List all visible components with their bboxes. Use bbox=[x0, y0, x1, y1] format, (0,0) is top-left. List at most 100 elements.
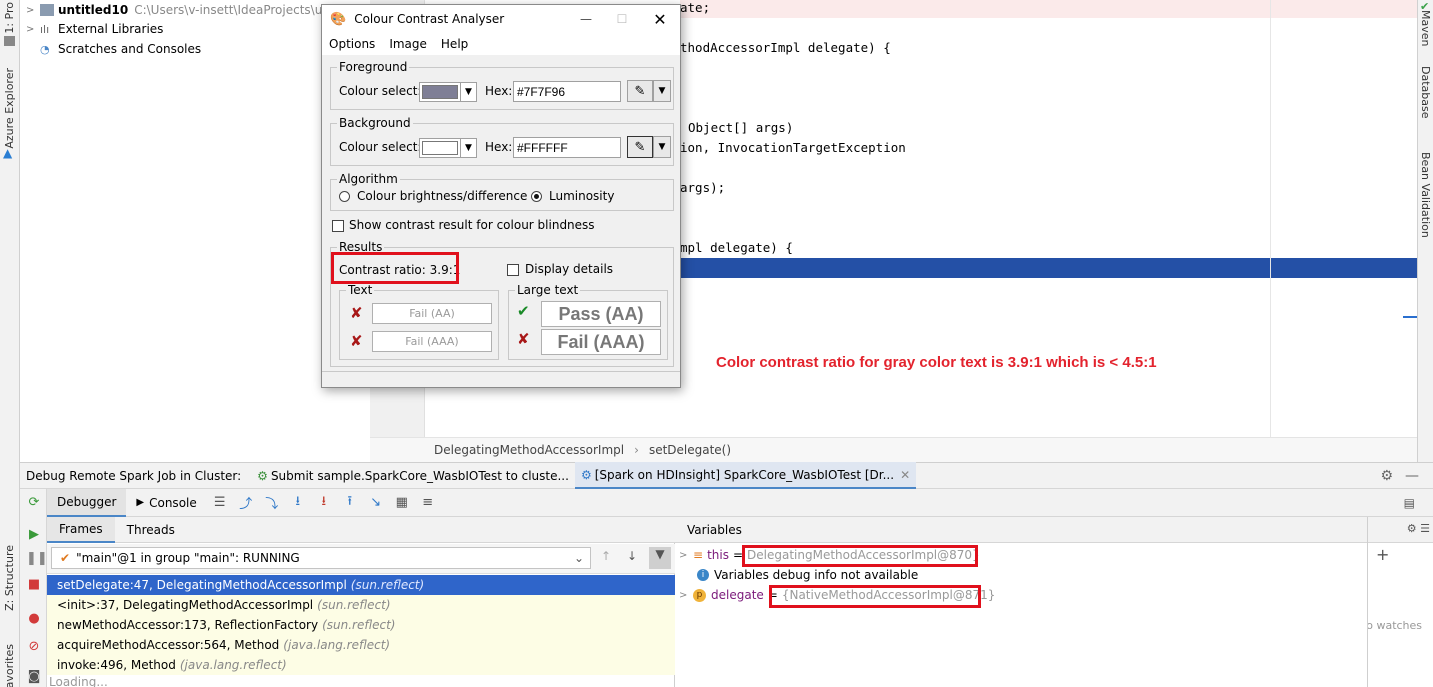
chevron-right-icon[interactable]: > bbox=[679, 590, 693, 601]
frame-row[interactable]: setDelegate:47, DelegatingMethodAccessor… bbox=[47, 575, 675, 595]
arrow-up-icon[interactable]: ↑ bbox=[601, 549, 611, 563]
menu-image[interactable]: Image bbox=[382, 37, 434, 51]
text-aaa-result: Fail (AAA) bbox=[372, 331, 492, 352]
filter-icon[interactable]: ▼ bbox=[649, 547, 671, 569]
structure-tool-tab[interactable]: Z: Structure bbox=[3, 545, 16, 611]
mute-breakpoints-icon[interactable]: ⊘ bbox=[26, 639, 42, 654]
frame-row[interactable]: <init>:37, DelegatingMethodAccessorImpl(… bbox=[47, 595, 675, 615]
bean-validation-tool-tab[interactable]: Bean Validation bbox=[1419, 152, 1432, 238]
rerun-icon[interactable]: ⟳ bbox=[26, 495, 42, 510]
minimize-icon[interactable]: — bbox=[568, 12, 604, 26]
close-icon[interactable]: ✕ bbox=[640, 10, 680, 29]
run-to-cursor-icon[interactable]: ↘ bbox=[363, 495, 389, 510]
tree-item-external-libraries[interactable]: > ılı External Libraries bbox=[26, 19, 163, 39]
frame-row[interactable]: acquireMethodAccessor:564, Method (java.l… bbox=[47, 635, 675, 655]
dialog-titlebar: 🎨 Colour Contrast Analyser — ☐ ✕ bbox=[322, 5, 680, 33]
background-swatch bbox=[422, 141, 458, 155]
resume-icon[interactable]: ▶ bbox=[26, 527, 42, 542]
pause-icon[interactable]: ❚❚ bbox=[26, 551, 48, 566]
step-out-icon[interactable]: ⭱ bbox=[337, 492, 363, 514]
variables-header: Variables bbox=[675, 517, 1367, 543]
code-line: ion, InvocationTargetException bbox=[680, 140, 906, 155]
radio-luminosity[interactable] bbox=[531, 191, 542, 202]
breadcrumb: DelegatingMethodAccessorImpl › setDelega… bbox=[370, 437, 1417, 462]
foreground-swatch bbox=[422, 85, 458, 99]
debug-tab-submit[interactable]: ⚙ Submit sample.SparkCore_WasbIOTest to … bbox=[251, 462, 575, 489]
code-line: thodAccessorImpl delegate) { bbox=[680, 40, 891, 55]
current-line-highlight bbox=[680, 258, 1417, 278]
menu-help[interactable]: Help bbox=[434, 37, 475, 51]
tree-item-project[interactable]: > untitled10 C:\Users\v-insett\IdeaProje… bbox=[26, 0, 361, 20]
chevron-right-icon[interactable]: > bbox=[26, 24, 40, 35]
scroll-marker bbox=[1403, 316, 1417, 318]
right-margin-guide bbox=[1270, 0, 1271, 437]
tree-item-scratches[interactable]: ◔ Scratches and Consoles bbox=[26, 39, 201, 59]
maven-tool-tab[interactable]: Maven bbox=[1419, 10, 1432, 46]
breadcrumb-method[interactable]: setDelegate() bbox=[649, 443, 731, 457]
watches-panel: ⚙ ☰ + No watches bbox=[1367, 517, 1433, 687]
folder-icon bbox=[40, 4, 54, 16]
code-line: args); bbox=[680, 180, 726, 195]
chevron-down-icon: ▼ bbox=[460, 83, 476, 101]
menu-icon[interactable]: ☰ bbox=[207, 495, 233, 510]
highlight-box bbox=[769, 585, 981, 608]
display-details-checkbox[interactable] bbox=[507, 264, 519, 276]
database-tool-tab[interactable]: Database bbox=[1419, 66, 1432, 119]
step-into-icon[interactable]: ⭳ bbox=[285, 492, 311, 514]
dialog-menubar: Options Image Help bbox=[322, 33, 680, 55]
show-execution-point-icon[interactable]: ⤴ bbox=[233, 493, 259, 512]
code-line: Object[] args) bbox=[688, 120, 794, 135]
colour-blindness-checkbox[interactable] bbox=[332, 220, 344, 232]
chevron-down-icon[interactable]: ▼ bbox=[653, 136, 671, 158]
azure-explorer-tab[interactable]: Azure Explorer bbox=[3, 68, 16, 149]
minimize-icon[interactable]: — bbox=[1405, 468, 1433, 484]
field-icon: ≡ bbox=[693, 548, 704, 562]
eyedropper-icon[interactable]: ✎ bbox=[627, 136, 653, 158]
watches-menu-icon[interactable]: ⚙ ☰ bbox=[1368, 517, 1433, 543]
tab-debugger[interactable]: Debugger bbox=[47, 488, 127, 517]
radio-brightness[interactable] bbox=[339, 191, 350, 202]
maximize-icon[interactable]: ☐ bbox=[604, 12, 640, 26]
chevron-right-icon[interactable]: > bbox=[679, 550, 693, 561]
favorites-tool-tab[interactable]: Favorites bbox=[3, 644, 16, 687]
foreground-colour-select[interactable]: ▼ bbox=[419, 82, 477, 102]
chevron-down-icon[interactable]: ▼ bbox=[653, 80, 671, 102]
debug-tab-spark[interactable]: ⚙ [Spark on HDInsight] SparkCore_WasbIOT… bbox=[574, 462, 917, 489]
right-tool-strip: ✔ Maven Database Bean Validation bbox=[1417, 0, 1433, 462]
force-step-into-icon[interactable]: ⭳ bbox=[311, 492, 337, 514]
camera-icon[interactable]: ◙ bbox=[26, 669, 42, 684]
close-icon[interactable]: ✕ bbox=[900, 468, 910, 482]
stop-icon[interactable]: ■ bbox=[26, 577, 42, 592]
layout-icon[interactable]: ▤ bbox=[1404, 496, 1433, 510]
foreground-hex-input[interactable] bbox=[513, 81, 621, 102]
text-aa-result: Fail (AA) bbox=[372, 303, 492, 324]
breadcrumb-class[interactable]: DelegatingMethodAccessorImpl bbox=[434, 443, 624, 457]
gear-icon[interactable]: ⚙ bbox=[1380, 468, 1405, 484]
frame-row[interactable]: invoke:496, Method (java.lang.reflect) bbox=[47, 655, 675, 675]
frames-panel: Frames Threads ✔ "main"@1 in group "main… bbox=[47, 516, 675, 687]
arrow-down-icon[interactable]: ↓ bbox=[627, 549, 637, 563]
chevron-down-icon[interactable]: ⌄ bbox=[574, 551, 590, 565]
evaluate-icon[interactable]: ▦ bbox=[389, 495, 415, 510]
fail-icon: ✘ bbox=[350, 304, 363, 322]
large-aaa-result: Fail (AAA) bbox=[541, 329, 661, 355]
tab-frames[interactable]: Frames bbox=[47, 516, 115, 543]
status-divider bbox=[322, 371, 680, 372]
eyedropper-icon[interactable]: ✎ bbox=[627, 80, 653, 102]
debug-actions-strip: ⟳ ▶ ❚❚ ■ ● ⊘ ◙ bbox=[20, 489, 48, 687]
add-watch-icon[interactable]: + bbox=[1376, 545, 1389, 564]
tab-console[interactable]: ▶ Console bbox=[126, 489, 206, 517]
project-tool-tab[interactable]: 1: Pro bbox=[3, 2, 16, 34]
frame-row[interactable]: newMethodAccessor:173, ReflectionFactory… bbox=[47, 615, 675, 635]
tab-threads[interactable]: Threads bbox=[115, 517, 187, 543]
menu-options[interactable]: Options bbox=[322, 37, 382, 51]
trace-icon[interactable]: ≡ bbox=[415, 495, 441, 510]
view-breakpoints-icon[interactable]: ● bbox=[26, 611, 42, 626]
code-line: ate; bbox=[680, 0, 711, 15]
chevron-right-icon[interactable]: > bbox=[26, 5, 40, 16]
step-over-icon[interactable]: ⤵ bbox=[259, 493, 285, 512]
background-hex-input[interactable] bbox=[513, 137, 621, 158]
thread-dropdown[interactable]: ✔ "main"@1 in group "main": RUNNING ⌄ bbox=[51, 547, 591, 569]
background-colour-select[interactable]: ▼ bbox=[419, 138, 477, 158]
thread-selector-row: ✔ "main"@1 in group "main": RUNNING ⌄ ↑ … bbox=[47, 544, 675, 574]
